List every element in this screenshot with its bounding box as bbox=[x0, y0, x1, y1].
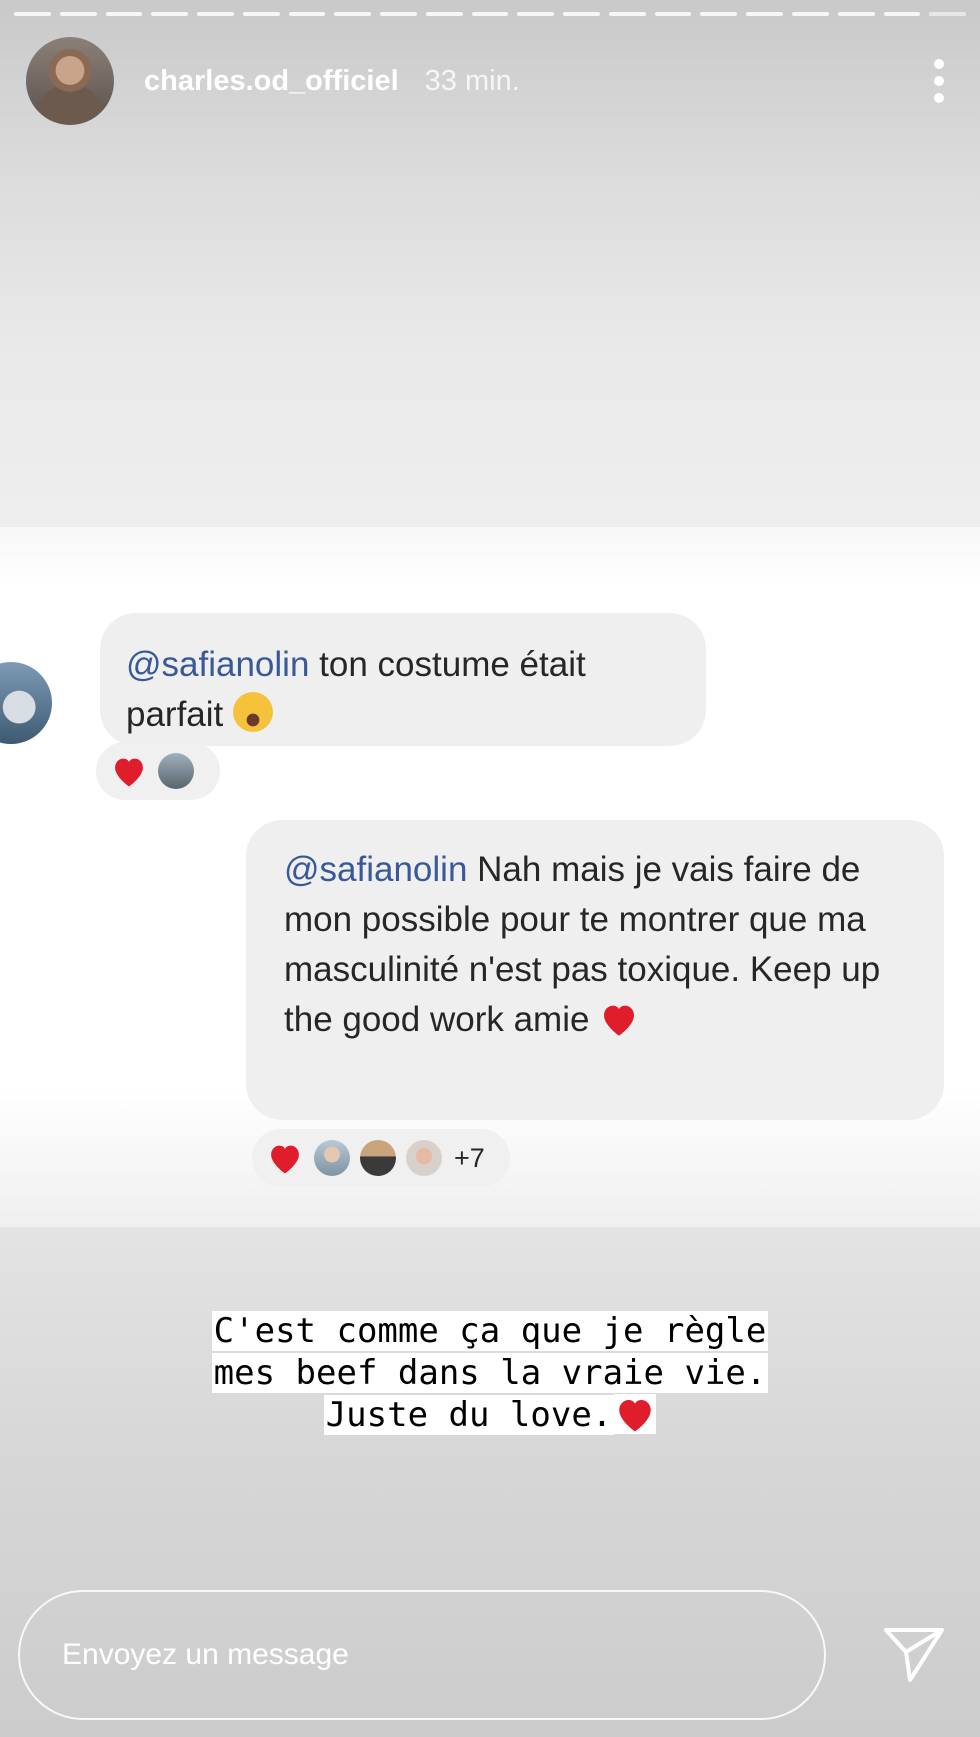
laughing-emoji-icon bbox=[233, 692, 274, 732]
reactor-avatar bbox=[314, 1140, 350, 1176]
reactor-avatar bbox=[158, 753, 194, 789]
message-input[interactable]: Envoyez un message bbox=[18, 1590, 826, 1720]
username[interactable]: charles.od_officiel bbox=[144, 65, 399, 98]
comment-bubble: @safianolin ton costume était parfait bbox=[100, 613, 706, 746]
reaction-more-count: +7 bbox=[454, 1142, 485, 1173]
caption-line-1: C'est comme ça que je règle bbox=[211, 1311, 769, 1351]
caption-line-3: Juste du love. bbox=[323, 1395, 615, 1435]
story-header: charles.od_officiel 33 min. bbox=[26, 36, 954, 126]
progress-segment bbox=[700, 12, 738, 16]
progress-segment bbox=[334, 12, 372, 16]
reply-mention: @safianolin bbox=[284, 850, 468, 889]
send-button[interactable] bbox=[880, 1622, 948, 1686]
progress-segment bbox=[197, 12, 234, 16]
progress-segment bbox=[151, 12, 189, 16]
shared-screenshot: @safianolin ton costume était parfait @s… bbox=[0, 527, 980, 1227]
progress-segment bbox=[105, 12, 143, 16]
story-timestamp: 33 min. bbox=[424, 64, 520, 97]
story-caption: C'est comme ça que je règle mes beef dan… bbox=[0, 1310, 980, 1436]
progress-segment bbox=[837, 12, 875, 16]
more-options-icon bbox=[934, 59, 944, 103]
more-options-button[interactable] bbox=[924, 51, 954, 111]
profile-avatar[interactable] bbox=[26, 37, 114, 125]
heart-icon bbox=[614, 1394, 657, 1434]
progress-segment bbox=[14, 12, 51, 16]
progress-segment bbox=[563, 12, 600, 16]
progress-segment bbox=[746, 12, 784, 16]
progress-segment bbox=[471, 12, 509, 16]
progress-segment bbox=[654, 12, 692, 16]
send-icon bbox=[884, 1628, 944, 1682]
story-progress-bar bbox=[14, 12, 967, 16]
progress-segment bbox=[242, 12, 280, 16]
reply-reactions: +7 bbox=[252, 1129, 510, 1187]
comment-reactions bbox=[96, 742, 220, 800]
heart-icon bbox=[604, 1005, 635, 1036]
progress-segment bbox=[425, 12, 463, 16]
progress-segment bbox=[608, 12, 646, 16]
reply-bubble: @safianolin Nah mais je vais faire de mo… bbox=[246, 820, 944, 1120]
heart-icon bbox=[271, 1145, 299, 1174]
progress-segment bbox=[792, 12, 829, 16]
progress-segment bbox=[517, 12, 555, 16]
progress-segment bbox=[288, 12, 326, 16]
progress-segment bbox=[929, 12, 967, 16]
reactor-avatar bbox=[360, 1140, 396, 1176]
heart-icon bbox=[115, 758, 143, 787]
reactor-avatar bbox=[406, 1140, 442, 1176]
story-viewer: charles.od_officiel 33 min. @safianolin … bbox=[0, 0, 980, 1737]
commenter-avatar bbox=[0, 662, 52, 744]
progress-segment bbox=[883, 12, 921, 16]
message-placeholder: Envoyez un message bbox=[62, 1638, 349, 1671]
progress-segment bbox=[380, 12, 417, 16]
caption-line-2: mes beef dans la vraie vie. bbox=[211, 1353, 769, 1393]
comment-mention: @safianolin bbox=[126, 645, 310, 684]
progress-segment bbox=[59, 12, 97, 16]
